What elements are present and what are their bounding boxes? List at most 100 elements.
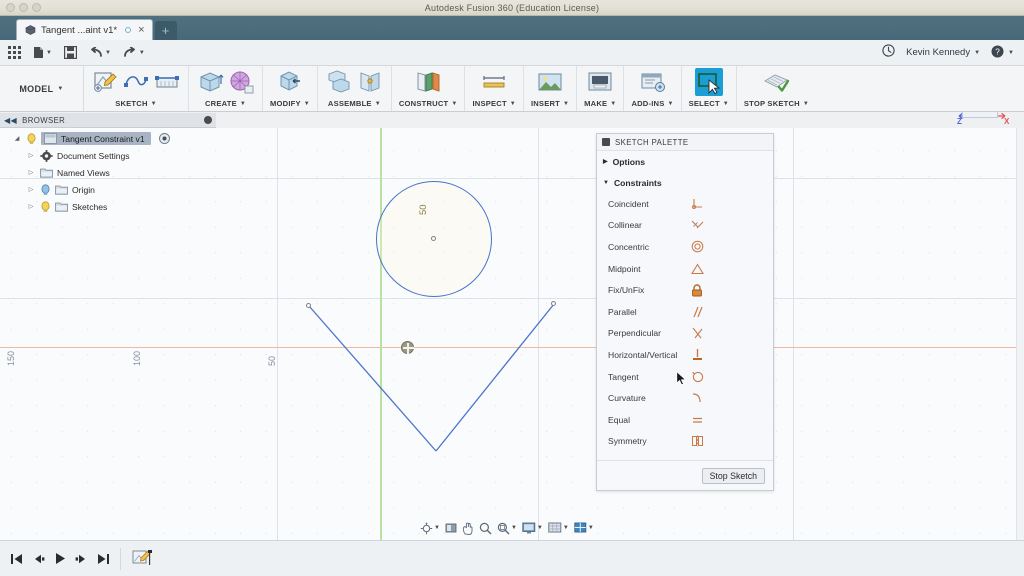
chevron-down-icon: ▼ bbox=[603, 179, 609, 186]
expand-arrow-icon[interactable]: ▷ bbox=[26, 152, 36, 159]
zoom-icon[interactable] bbox=[479, 522, 492, 535]
ribbon-group-label[interactable]: MAKE ▼ bbox=[584, 99, 616, 108]
collapse-left-icon[interactable]: ◀◀ bbox=[4, 116, 17, 125]
skip-forward-icon[interactable] bbox=[97, 553, 110, 565]
redo-icon[interactable]: ▼ bbox=[123, 46, 145, 59]
insert-image-icon[interactable] bbox=[536, 68, 564, 96]
sketch-origin-icon[interactable] bbox=[401, 341, 414, 354]
constraint-perpendicular[interactable]: Perpendicular bbox=[597, 323, 773, 345]
constraint-coincident[interactable]: Coincident bbox=[597, 193, 773, 215]
ribbon-group-label[interactable]: CREATE ▼ bbox=[205, 99, 246, 108]
document-tab[interactable]: Tangent ...aint v1* × bbox=[16, 19, 153, 40]
ribbon-group-label[interactable]: SKETCH ▼ bbox=[115, 99, 157, 108]
lightbulb-on-icon[interactable] bbox=[26, 132, 37, 145]
canvas-scrollbar[interactable] bbox=[1016, 128, 1024, 540]
3d-print-icon[interactable] bbox=[586, 68, 614, 96]
press-pull-icon[interactable] bbox=[276, 68, 304, 96]
svg-text:Z: Z bbox=[957, 117, 962, 126]
stop-sketch-icon[interactable] bbox=[762, 68, 790, 96]
sketch-point[interactable] bbox=[431, 236, 436, 241]
new-tab-button[interactable]: + bbox=[154, 21, 177, 40]
constraint-label: Coincident bbox=[608, 198, 649, 209]
midpoint-icon bbox=[689, 262, 705, 276]
user-menu[interactable]: Kevin Kennedy ▼ bbox=[906, 47, 980, 58]
constraint-collinear[interactable]: Collinear bbox=[597, 215, 773, 237]
spline-icon[interactable] bbox=[122, 68, 150, 96]
play-icon[interactable] bbox=[54, 552, 66, 565]
grid-snaps-icon[interactable]: ▼ bbox=[548, 522, 569, 534]
palette-grip-icon[interactable] bbox=[602, 138, 610, 146]
orbit-icon[interactable]: ▼ bbox=[420, 522, 440, 535]
expand-arrow-icon[interactable]: ◢ bbox=[12, 135, 22, 142]
constraint-parallel[interactable]: Parallel bbox=[597, 301, 773, 323]
ribbon-group-label[interactable]: INSERT ▼ bbox=[531, 99, 569, 108]
file-icon[interactable]: ▼ bbox=[33, 46, 52, 59]
close-icon[interactable]: × bbox=[138, 24, 144, 36]
visibility-eye-icon[interactable] bbox=[158, 133, 170, 144]
chevron-down-icon: ▼ bbox=[536, 525, 543, 531]
pan-icon[interactable] bbox=[462, 522, 474, 535]
tree-item-document-settings[interactable]: ▷ Document Settings bbox=[0, 147, 216, 164]
create-sketch-icon[interactable] bbox=[91, 68, 119, 96]
stop-sketch-button[interactable]: Stop Sketch bbox=[701, 467, 765, 484]
ribbon-group-label[interactable]: MODIFY ▼ bbox=[270, 99, 310, 108]
tree-item-origin[interactable]: ▷ Origin bbox=[0, 181, 216, 198]
constraint-symmetry[interactable]: Symmetry bbox=[597, 431, 773, 453]
tree-item-sketches[interactable]: ▷ Sketches bbox=[0, 198, 216, 215]
sketch-point[interactable] bbox=[551, 301, 556, 306]
expand-arrow-icon[interactable]: ▷ bbox=[26, 186, 36, 193]
lightbulb-on-icon[interactable] bbox=[40, 200, 51, 213]
ribbon-group-label[interactable]: CONSTRUCT ▼ bbox=[399, 99, 458, 108]
document-tab-strip: Tangent ...aint v1* × + bbox=[0, 16, 1024, 40]
tree-item-tangent-constraint[interactable]: ◢ Tangent Constraint v1 bbox=[0, 130, 216, 147]
sketch-dimension-icon[interactable] bbox=[153, 68, 181, 96]
palette-section-options[interactable]: ▶ Options bbox=[597, 151, 773, 172]
save-icon[interactable] bbox=[63, 46, 77, 59]
step-back-icon[interactable] bbox=[32, 553, 45, 565]
viewports-icon[interactable]: ▼ bbox=[574, 522, 594, 534]
measure-icon[interactable] bbox=[480, 68, 508, 96]
as-built-joint-icon[interactable] bbox=[356, 68, 384, 96]
ribbon-group-label[interactable]: ASSEMBLE ▼ bbox=[328, 99, 381, 108]
constraint-label: Perpendicular bbox=[608, 328, 662, 339]
ribbon-group-label[interactable]: ADD-INS ▼ bbox=[631, 99, 673, 108]
palette-section-constraints[interactable]: ▼ Constraints bbox=[597, 172, 773, 193]
sketch-feature-icon[interactable] bbox=[131, 548, 153, 570]
browser-options-icon[interactable] bbox=[204, 116, 212, 124]
sketch-palette-header[interactable]: SKETCH PALETTE bbox=[597, 134, 773, 151]
chevron-down-icon: ▼ bbox=[46, 49, 52, 56]
grid-icon[interactable] bbox=[8, 46, 21, 59]
skip-back-icon[interactable] bbox=[10, 553, 23, 565]
user-name-label: Kevin Kennedy bbox=[906, 47, 971, 58]
expand-arrow-icon[interactable]: ▷ bbox=[26, 169, 36, 176]
display-settings-icon[interactable]: ▼ bbox=[522, 522, 543, 534]
constraint-concentric[interactable]: Concentric bbox=[597, 236, 773, 258]
look-at-icon[interactable] bbox=[445, 522, 457, 534]
undo-icon[interactable]: ▼ bbox=[89, 46, 111, 59]
clock-icon[interactable] bbox=[882, 43, 895, 62]
scripts-addins-icon[interactable] bbox=[639, 68, 667, 96]
tree-item-label: Document Settings bbox=[57, 150, 130, 161]
workspace-switcher[interactable]: MODEL ▼ bbox=[0, 66, 84, 111]
tree-item-named-views[interactable]: ▷ Named Views bbox=[0, 164, 216, 181]
ribbon-group-label[interactable]: STOP SKETCH ▼ bbox=[744, 99, 809, 108]
select-icon[interactable] bbox=[694, 68, 723, 96]
lightbulb-off-icon[interactable] bbox=[40, 183, 51, 196]
mesh-icon[interactable] bbox=[227, 68, 255, 96]
perpendicular-icon bbox=[689, 326, 705, 340]
ribbon-group-label[interactable]: INSPECT ▼ bbox=[472, 99, 515, 108]
help-menu[interactable]: ? ▼ bbox=[991, 45, 1014, 61]
joint-icon[interactable] bbox=[325, 68, 353, 96]
extrude-icon[interactable] bbox=[196, 68, 224, 96]
expand-arrow-icon[interactable]: ▷ bbox=[26, 203, 36, 210]
ribbon-group-label[interactable]: SELECT ▼ bbox=[689, 99, 729, 108]
zoom-fit-icon[interactable]: ▼ bbox=[497, 522, 517, 535]
sketch-point[interactable] bbox=[306, 303, 311, 308]
step-forward-icon[interactable] bbox=[75, 553, 88, 565]
constraint-equal[interactable]: Equal bbox=[597, 409, 773, 431]
constraint-fix-unfix[interactable]: Fix/UnFix bbox=[597, 279, 773, 301]
offset-plane-icon[interactable] bbox=[414, 68, 442, 96]
ribbon-label-text: CREATE bbox=[205, 99, 237, 108]
constraint-horizontal-vertical[interactable]: Horizontal/Vertical bbox=[597, 344, 773, 366]
constraint-midpoint[interactable]: Midpoint bbox=[597, 258, 773, 280]
